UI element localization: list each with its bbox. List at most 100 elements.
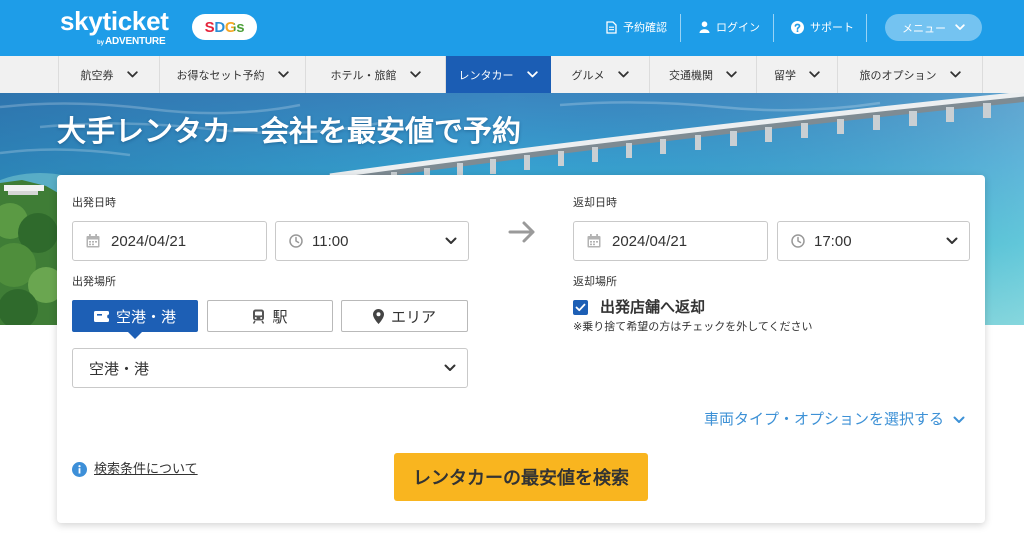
bridge-pillar [592,147,598,162]
departure-date-value: 2024/04/21 [111,232,187,250]
departure-time-select[interactable]: 11:00 [275,221,469,261]
chevron-down-icon [126,71,138,78]
island [0,180,64,325]
nav-item-label: グルメ [571,69,605,82]
bridge-pillar [801,123,808,138]
departure-place-select[interactable]: 空港・港 [72,348,468,388]
bridge-pillar [909,111,917,126]
tab-label: 空港・港 [115,308,176,326]
skyticket-logo[interactable]: skyticket by ADVENTURE [60,6,182,50]
login-link[interactable]: ログイン [699,17,760,37]
login-label: ログイン [716,22,760,34]
chevron-down-icon [726,71,737,78]
chevron-down-icon [946,237,958,245]
departure-place-label: 出発場所 [72,276,116,288]
active-tab-pointer [128,332,142,339]
map-pin-icon [372,308,384,324]
reservation-check-link[interactable]: 予約確認 [606,17,667,37]
tab-airport-port[interactable]: 空港・港 [72,300,198,332]
bridge-pillar [946,107,954,122]
return-time-value: 17:00 [814,232,852,250]
checkmark-icon [573,300,588,315]
logo-by-text: by [97,40,105,46]
search-button-label: レンタカーの最安値を検索 [413,468,629,488]
return-to-same-store-label[interactable]: 出発店舗へ返却 [600,299,705,316]
nav-item-label: 旅のオプション [859,69,937,82]
bridge-pillar [558,151,564,166]
chevron-down-icon [809,71,820,78]
chevron-down-icon [526,71,538,78]
nav-item-gourmet[interactable]: グルメ [551,56,650,93]
tab-label: 駅 [272,308,288,326]
nav-item-label: ホテル・旅館 [330,69,397,82]
bridge-pillar [695,135,701,150]
nav-item-study-abroad[interactable]: 留学 [757,56,838,93]
tab-label: エリア [390,308,436,326]
departure-place-value: 空港・港 [89,360,150,378]
departure-time-value: 11:00 [312,232,349,250]
nav-item-label: 航空券 [80,69,114,82]
return-datetime-label: 返却日時 [573,197,617,209]
return-date-value: 2024/04/21 [612,232,688,250]
menu-button[interactable]: メニュー [885,14,982,41]
nav-item-package-deals[interactable]: お得なセット予約 [160,56,306,93]
chevron-down-icon [409,71,421,78]
person-icon [699,21,710,33]
clock-icon [791,234,805,248]
search-conditions-link[interactable]: 検索条件について [94,460,198,477]
info-icon [72,462,87,477]
support-label: サポート [810,22,854,34]
nav-item-label: お得なセット予約 [176,69,265,82]
tab-area[interactable]: エリア [341,300,468,332]
rental-car-search-form: 出発日時 2024/04/21 11:00 返却日時 2024/04/21 17… [57,175,985,523]
train-icon [252,309,265,324]
question-circle-icon [791,20,804,34]
chevron-down-icon [444,364,456,372]
sdgs-badge-text: SDGs [204,18,245,36]
menu-label: メニュー [902,22,946,35]
return-date-input[interactable]: 2024/04/21 [573,221,768,261]
chevron-down-icon [617,71,629,78]
bridge-pillar [765,127,772,142]
departure-date-input[interactable]: 2024/04/21 [72,221,267,261]
logo-wordmark: skyticket [60,6,169,36]
bridge-pillar [660,139,666,154]
return-to-same-store-checkbox[interactable] [573,300,588,315]
site-header: skyticket by ADVENTURE SDGs 予約確認 ログイン サポ… [0,0,1024,56]
departure-datetime-label: 出発日時 [72,197,116,209]
ticket-icon [93,310,109,322]
bridge-pillar [873,115,880,130]
main-nav: 航空券 お得なセット予約 ホテル・旅館 レンタカー グルメ 交通機関 留学 旅の… [0,56,1024,93]
chevron-down-icon [955,24,965,31]
bridge-pillar [524,155,530,170]
nav-item-label: 交通機関 [669,69,713,82]
nav-item-label: レンタカー [458,69,514,82]
nav-item-rental-car[interactable]: レンタカー [446,56,551,93]
support-link[interactable]: サポート [791,17,854,37]
vehicle-options-link[interactable]: 車両タイプ・オプションを選択する [704,411,965,429]
bridge-pillar [730,131,737,146]
bridge-pillar [983,103,991,118]
nav-item-travel-options[interactable]: 旅のオプション [838,56,983,93]
nav-item-transport[interactable]: 交通機関 [650,56,757,93]
bridge-pillar [490,159,496,174]
bridge-pillar [626,143,632,158]
drop-off-note: ※乗り捨て希望の方はチェックを外してください [573,321,813,333]
return-time-select[interactable]: 17:00 [777,221,970,261]
arrow-right-icon [508,220,536,244]
header-divider [773,14,774,42]
vehicle-options-label: 車両タイプ・オプションを選択する [703,411,944,428]
nav-item-hotels[interactable]: ホテル・旅館 [306,56,446,93]
nav-item-flights[interactable]: 航空券 [58,56,160,93]
tab-station[interactable]: 駅 [207,300,333,332]
sdgs-badge[interactable]: SDGs [192,14,257,40]
chevron-down-icon [277,71,289,78]
chevron-down-icon [953,416,965,424]
nav-item-label: 留学 [774,69,796,82]
search-button[interactable]: レンタカーの最安値を検索 [394,453,648,501]
logo-brand-text: ADVENTURE [105,36,166,47]
bridge-pillar [837,119,844,134]
clock-icon [289,234,303,248]
calendar-icon [86,234,100,248]
document-icon [606,20,617,34]
